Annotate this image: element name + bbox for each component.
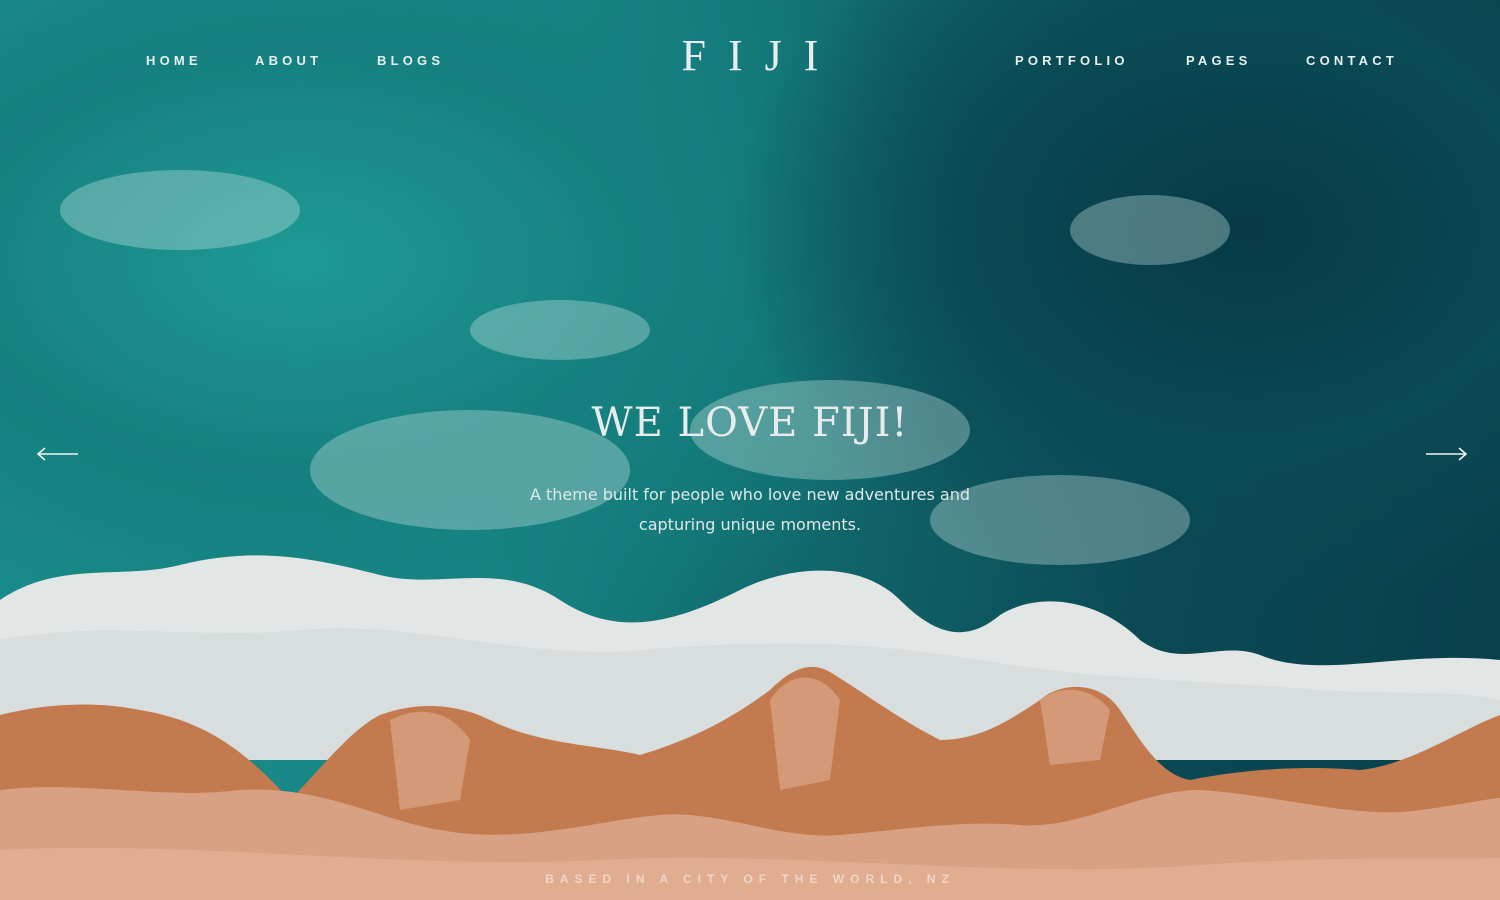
site-logo[interactable]: FIJI (0, 30, 1500, 81)
slider-prev-button[interactable] (36, 446, 80, 462)
hero-subtitle: A theme built for people who love new ad… (529, 485, 971, 534)
footer-tagline: BASED IN A CITY OF THE WORLD, NZ (545, 872, 955, 886)
hero-title: WE LOVE FIJI! (591, 400, 909, 446)
slider-next-button[interactable] (1424, 446, 1468, 462)
hero-page: HOME ABOUT BLOGS PORTFOLIO PAGES CONTACT… (0, 0, 1500, 900)
arrow-right-icon (1426, 447, 1468, 461)
arrow-left-icon (36, 447, 78, 461)
shoreline-illustration (0, 170, 1500, 900)
ocean-beach-background (0, 0, 1500, 900)
